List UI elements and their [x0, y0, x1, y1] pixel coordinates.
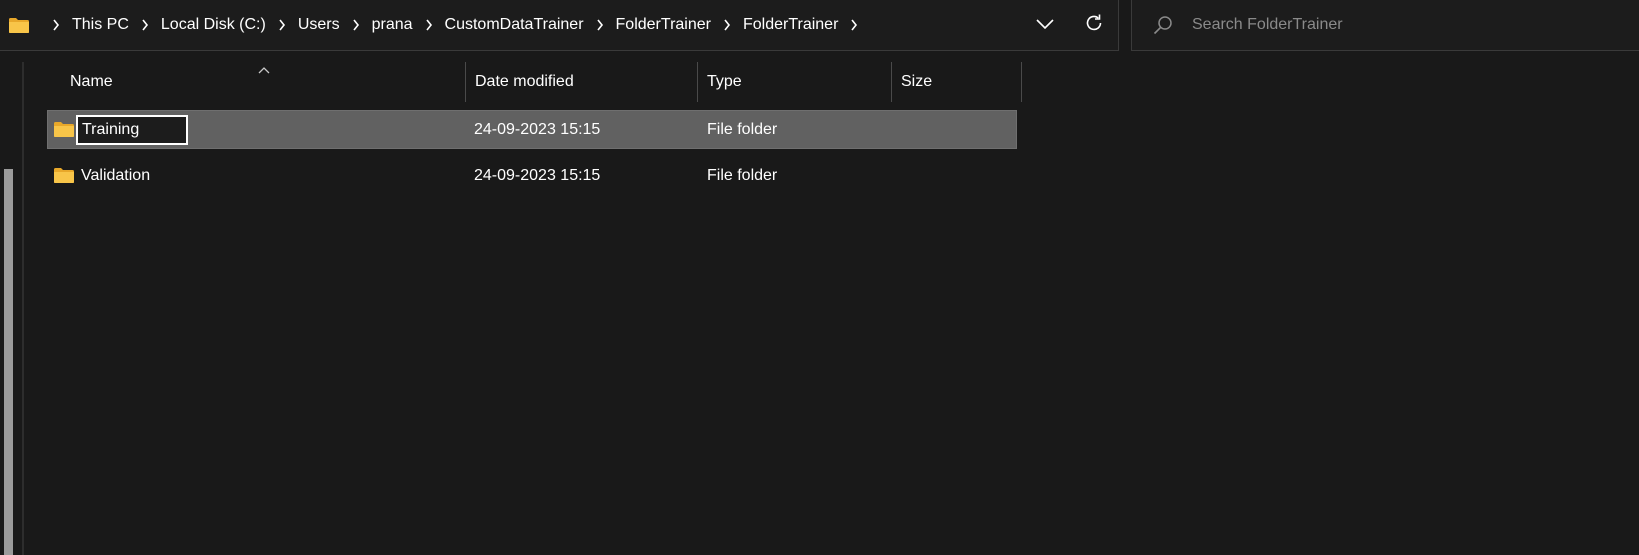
column-header-label: Size	[901, 73, 933, 90]
breadcrumb-label: This PC	[72, 16, 129, 33]
column-headers: Name Date modified Type Size	[46, 62, 1022, 102]
file-row-validation[interactable]: Validation 24-09-2023 15:15 File folder	[48, 157, 1016, 194]
breadcrumb-label: Users	[297, 16, 340, 33]
breadcrumb: This PC Local Disk (C:) Users prana Cust…	[0, 0, 868, 50]
folder-icon	[53, 121, 75, 138]
refresh-button[interactable]	[1078, 10, 1110, 40]
file-row-training[interactable]: 24-09-2023 15:15 File folder	[47, 110, 1017, 149]
search-box[interactable]	[1131, 0, 1639, 51]
breadcrumb-item-prana[interactable]: prana	[370, 0, 415, 50]
chevron-right-icon[interactable]	[718, 19, 736, 31]
chevron-right-icon[interactable]	[347, 19, 365, 31]
column-divider[interactable]	[465, 62, 466, 102]
chevron-right-icon[interactable]	[136, 19, 154, 31]
navigation-pane-scrollbar[interactable]	[4, 169, 13, 555]
breadcrumb-label: CustomDataTrainer	[444, 16, 584, 33]
breadcrumb-item-users[interactable]: Users	[296, 0, 342, 50]
column-header-name[interactable]: Name	[70, 62, 464, 102]
search-input[interactable]	[1190, 15, 1610, 35]
column-header-label: Date modified	[475, 73, 574, 90]
column-header-size[interactable]: Size	[901, 62, 1021, 102]
navigation-pane	[0, 62, 24, 555]
address-history-dropdown-button[interactable]	[1030, 10, 1060, 40]
column-divider[interactable]	[697, 62, 698, 102]
rename-input[interactable]	[76, 115, 188, 145]
file-name: Validation	[81, 166, 151, 184]
chevron-right-icon[interactable]	[845, 19, 863, 31]
breadcrumb-label: prana	[371, 16, 413, 33]
chevron-right-icon[interactable]	[47, 19, 65, 31]
address-bar[interactable]: This PC Local Disk (C:) Users prana Cust…	[0, 0, 1119, 51]
column-header-type[interactable]: Type	[707, 62, 891, 102]
breadcrumb-label: Local Disk (C:)	[160, 16, 266, 33]
chevron-down-icon	[1036, 16, 1054, 34]
pane-splitter[interactable]	[22, 62, 24, 555]
refresh-icon	[1084, 13, 1104, 38]
breadcrumb-item-foldertrainer-parent[interactable]: FolderTrainer	[614, 0, 713, 50]
file-date-modified: 24-09-2023 15:15	[474, 120, 601, 138]
chevron-right-icon[interactable]	[420, 19, 438, 31]
folder-icon	[53, 167, 75, 184]
column-divider[interactable]	[891, 62, 892, 102]
breadcrumb-item-foldertrainer-current[interactable]: FolderTrainer	[741, 0, 840, 50]
chevron-right-icon[interactable]	[591, 19, 609, 31]
search-icon	[1152, 14, 1174, 36]
file-type: File folder	[707, 120, 778, 138]
file-type: File folder	[707, 166, 778, 184]
breadcrumb-label: FolderTrainer	[615, 16, 711, 33]
column-header-label: Type	[707, 73, 742, 90]
breadcrumb-item-local-disk[interactable]: Local Disk (C:)	[159, 0, 268, 50]
breadcrumb-label: FolderTrainer	[742, 16, 839, 33]
file-date-modified: 24-09-2023 15:15	[474, 166, 601, 184]
breadcrumb-item-this-pc[interactable]: This PC	[70, 0, 131, 50]
chevron-right-icon[interactable]	[273, 19, 291, 31]
column-header-date-modified[interactable]: Date modified	[475, 62, 697, 102]
folder-icon	[8, 17, 30, 34]
breadcrumb-item-customdatatrainer[interactable]: CustomDataTrainer	[443, 0, 586, 50]
column-divider[interactable]	[1021, 62, 1022, 102]
column-header-label: Name	[70, 73, 113, 90]
